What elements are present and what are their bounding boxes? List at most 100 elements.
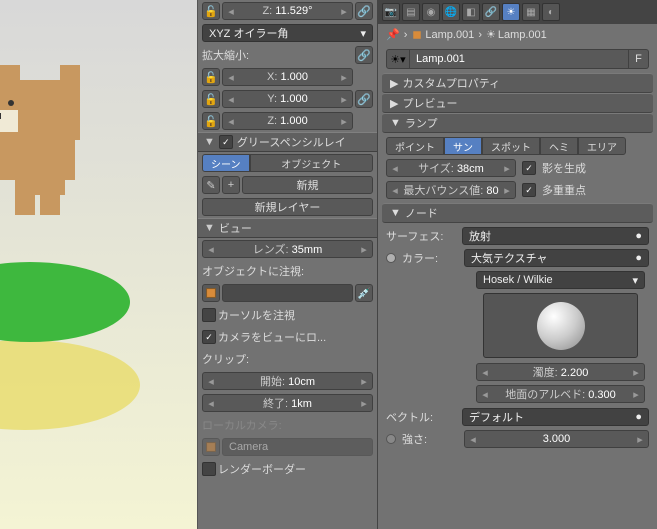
local-camera-field: Camera [222, 438, 373, 456]
color-select[interactable]: 大気テクスチャ● [464, 249, 649, 267]
object-browse-icon[interactable] [202, 284, 220, 302]
disclosure-icon: ▼ [204, 136, 215, 148]
sky-preview[interactable] [483, 293, 638, 358]
lamp-header[interactable]: ▼ランプ [382, 113, 653, 133]
sun-icon: ☀ [486, 28, 496, 41]
props-tabs: 📷 ▤ ◉ 🌐 ◧ 🔗 ☀ ▦ ◐ [378, 0, 657, 24]
color-socket[interactable] [386, 253, 396, 263]
incr-arrow[interactable]: ▸ [340, 5, 348, 18]
pin-icon[interactable]: 📌 [386, 28, 400, 41]
lock-x-icon[interactable]: 🔓 [202, 68, 220, 86]
vector-label: ベクトル: [386, 409, 456, 425]
lock-camera-label: カメラをビューにロ... [218, 329, 326, 345]
max-bounce-field[interactable]: ◂最大バウンス値: 80▸ [386, 181, 516, 199]
scale-y-field[interactable]: ◂Y: 1.000▸ [222, 90, 353, 108]
z-rot-label: Z: [262, 5, 272, 17]
link-y-icon[interactable]: 🔗 [355, 90, 373, 108]
preview-header[interactable]: ▶プレビュー [382, 93, 653, 113]
view-title: ビュー [219, 220, 252, 236]
dot-icon: ● [635, 230, 642, 242]
surface-select[interactable]: 放射● [462, 227, 649, 245]
mis-label: 多重重点 [542, 182, 586, 198]
world-tab-icon[interactable]: 🌐 [442, 3, 460, 21]
lamp-name-input[interactable]: Lamp.001 [410, 49, 629, 69]
properties-panel: 📷 ▤ ◉ 🌐 ◧ 🔗 ☀ ▦ ◐ 📌 › Lamp.001 › ☀Lamp.0… [377, 0, 657, 529]
lock-object-field[interactable] [222, 284, 353, 302]
render-tab-icon[interactable]: 📷 [382, 3, 400, 21]
shadow-check[interactable] [522, 161, 536, 175]
breadcrumb: 📌 › Lamp.001 › ☀Lamp.001 [378, 24, 657, 45]
chevron-icon: › [404, 29, 408, 41]
fake-user-button[interactable]: F [629, 49, 649, 69]
render-border-label: レンダーボーダー [218, 461, 306, 477]
lock-object-label: オブジェクトに注視: [202, 263, 304, 279]
mis-check[interactable] [522, 183, 536, 197]
chevron-icon: › [478, 29, 482, 41]
lamp-type-hemi[interactable]: ヘミ [540, 137, 578, 155]
object-tab-icon[interactable]: ◧ [462, 3, 480, 21]
texture-tab-icon[interactable]: ▦ [522, 3, 540, 21]
surface-label: サーフェス: [386, 228, 456, 244]
lock-z-icon[interactable]: 🔓 [202, 112, 220, 130]
nodes-header[interactable]: ▼ノード [382, 203, 653, 223]
lamp-size-field[interactable]: ◂サイズ: 38cm▸ [386, 159, 516, 177]
clip-start-field[interactable]: ◂開始: 10cm▸ [202, 372, 373, 390]
color-label: カラー: [402, 250, 458, 266]
plus-icon[interactable]: + [222, 176, 240, 194]
view-header[interactable]: ▼ ビュー [198, 218, 377, 238]
z-rot-value: 11.529° [275, 5, 312, 17]
viewport-3d[interactable] [0, 0, 197, 529]
rotation-mode-select[interactable]: XYZ オイラー角▾ [202, 24, 373, 42]
lamp-type-area[interactable]: エリア [578, 137, 626, 155]
link-scale-icon[interactable]: 🔗 [355, 46, 373, 64]
breadcrumb-object[interactable]: Lamp.001 [411, 29, 474, 41]
lock-cursor-check[interactable] [202, 308, 216, 322]
albedo-field[interactable]: ◂地面のアルベド: 0.300▸ [476, 385, 645, 403]
lock-y-icon[interactable]: 🔓 [202, 90, 220, 108]
disclosure-icon: ▼ [204, 222, 215, 234]
gpencil-new-layer-btn[interactable]: 新規レイヤー [202, 198, 373, 216]
lens-field[interactable]: ◂レンズ: 35mm▸ [202, 240, 373, 258]
lamp-type-point[interactable]: ポイント [386, 137, 444, 155]
render-border-check[interactable] [202, 462, 216, 476]
gpencil-new-btn[interactable]: 新規 [242, 176, 373, 194]
breadcrumb-data[interactable]: ☀Lamp.001 [486, 28, 547, 41]
gpencil-title: グリースペンシルレイ [237, 134, 346, 150]
gpencil-header[interactable]: ▼ グリースペンシルレイ [198, 132, 377, 152]
eyedropper-icon[interactable]: 💉 [355, 284, 373, 302]
disc-green [0, 262, 130, 342]
turbidity-field[interactable]: ◂濁度: 2.200▸ [476, 363, 645, 381]
dot-icon: ● [635, 411, 642, 423]
constraint-tab-icon[interactable]: 🔗 [482, 3, 500, 21]
lamp-data-tab-icon[interactable]: ☀ [502, 3, 520, 21]
lock-camera-check[interactable] [202, 330, 216, 344]
scene-tab-icon[interactable]: ◉ [422, 3, 440, 21]
lock-cursor-label: カーソルを注視 [218, 307, 295, 323]
clip-label: クリップ: [202, 351, 249, 367]
gpencil-enable[interactable] [219, 135, 233, 149]
rot-mode-value: XYZ オイラー角 [209, 25, 288, 41]
sky-model-select[interactable]: Hosek / Wilkie▾ [476, 271, 645, 289]
lock-icon[interactable]: 🔓 [202, 2, 220, 20]
scale-x-field[interactable]: ◂X: 1.000▸ [222, 68, 353, 86]
decr-arrow[interactable]: ◂ [227, 5, 235, 18]
strength-field[interactable]: ◂3.000▸ [464, 430, 649, 448]
gpencil-scene-tab[interactable]: シーン [202, 154, 250, 172]
datablock-browse-icon[interactable]: ☀▾ [386, 49, 410, 69]
lamp-type-sun[interactable]: サン [444, 137, 482, 155]
local-camera-label: ローカルカメラ: [202, 417, 282, 433]
custom-props-header[interactable]: ▶カスタムプロパティ [382, 73, 653, 93]
z-rotation-field[interactable]: ◂ Z: 11.529° ▸ [222, 2, 353, 20]
scale-z-field[interactable]: ◂Z: 1.000▸ [222, 112, 353, 130]
gpencil-object-tab[interactable]: オブジェクト [250, 154, 374, 172]
link-icon[interactable]: 🔗 [355, 2, 373, 20]
gpencil-browse-icon[interactable]: ✎ [202, 176, 220, 194]
strength-label: 強さ: [402, 431, 458, 447]
physics-tab-icon[interactable]: ◐ [542, 3, 560, 21]
vector-select[interactable]: デフォルト● [462, 408, 649, 426]
lamp-type-spot[interactable]: スポット [482, 137, 540, 155]
dot-icon: ● [635, 252, 642, 264]
layers-tab-icon[interactable]: ▤ [402, 3, 420, 21]
strength-socket[interactable] [386, 434, 396, 444]
clip-end-field[interactable]: ◂終了: 1km▸ [202, 394, 373, 412]
